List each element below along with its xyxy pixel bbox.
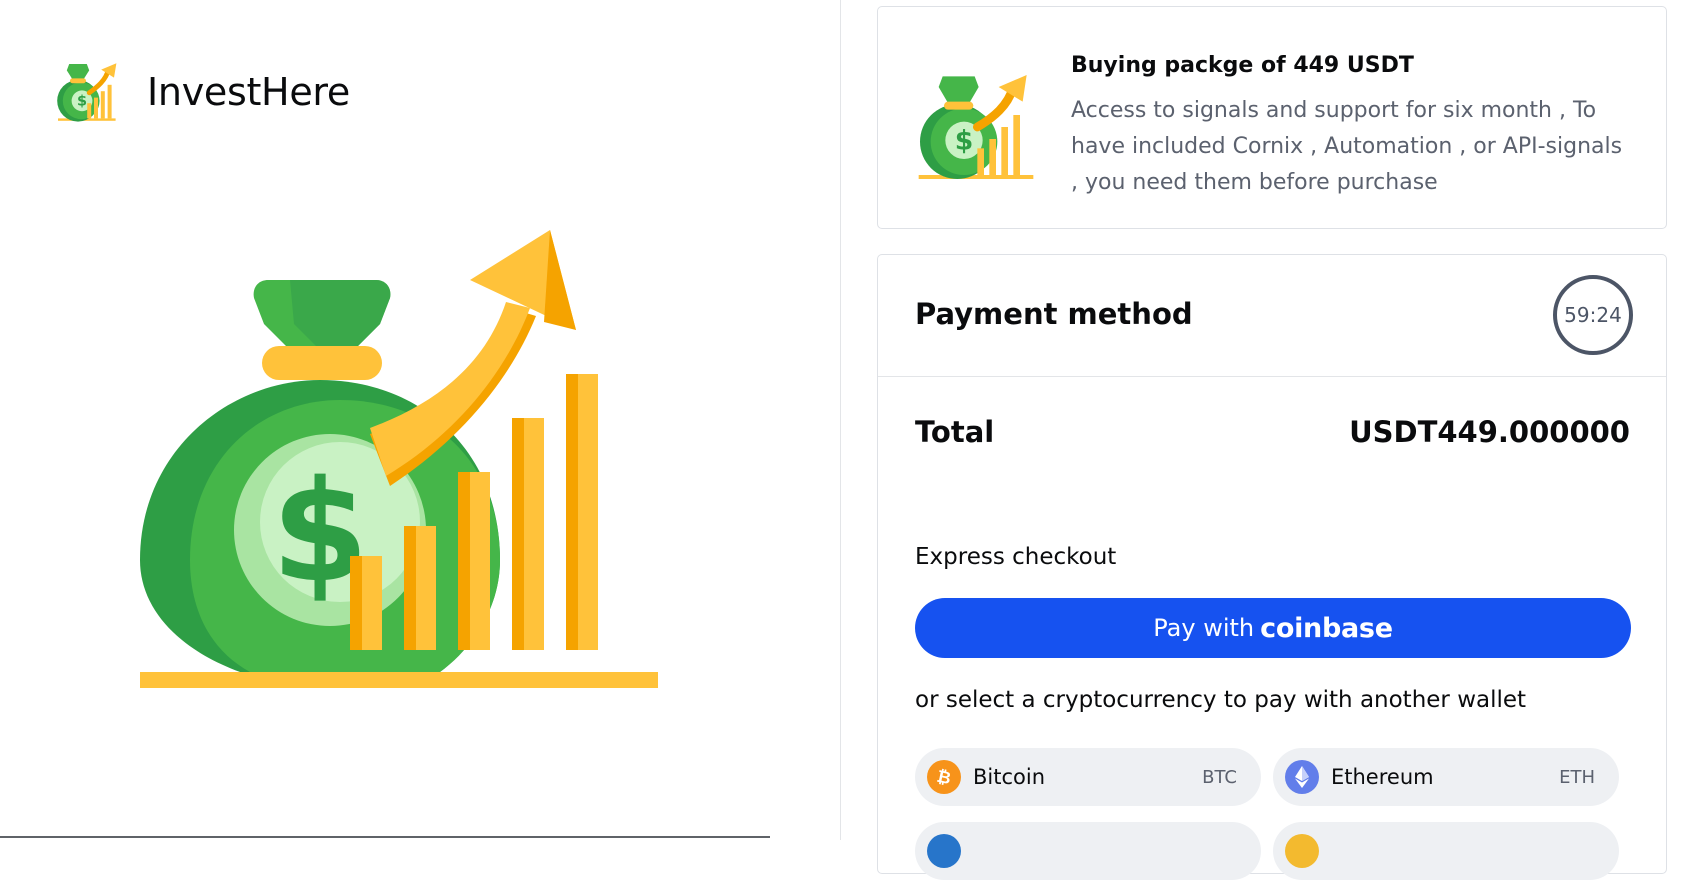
pay-with-label: Pay with xyxy=(1153,614,1255,642)
svg-text:₿: ₿ xyxy=(935,767,953,787)
pay-with-coinbase-button[interactable]: Pay with coinbase xyxy=(915,598,1631,658)
countdown-timer: 59:24 xyxy=(1553,275,1633,355)
product-card: $ Buying packge of 449 USDT Access to si… xyxy=(877,6,1667,229)
currency-option-partial[interactable] xyxy=(915,822,1261,880)
currency-name: Ethereum xyxy=(1331,765,1434,789)
svg-text:$: $ xyxy=(955,126,974,157)
payment-card: Payment method 59:24 Total USDT449.00000… xyxy=(877,254,1667,880)
window-bottom-edge xyxy=(0,836,770,838)
payment-header-divider xyxy=(878,376,1666,377)
currency-icon xyxy=(1285,834,1319,868)
brand-logo-icon: $ xyxy=(57,63,117,122)
alt-wallet-label: or select a cryptocurrency to pay with a… xyxy=(915,687,1527,713)
payment-method-title: Payment method xyxy=(915,297,1193,331)
svg-text:$: $ xyxy=(77,94,87,110)
coinbase-wordmark: coinbase xyxy=(1260,612,1393,644)
money-bag-growth-icon: $ xyxy=(140,230,658,688)
currency-code: ETH xyxy=(1559,766,1595,788)
currency-option-bitcoin[interactable]: ₿ Bitcoin BTC xyxy=(915,748,1261,806)
ethereum-icon xyxy=(1285,760,1319,794)
brand-panel: $ InvestHere $ xyxy=(0,0,840,840)
express-checkout-label: Express checkout xyxy=(915,544,1117,570)
currency-name: Bitcoin xyxy=(973,765,1046,789)
currency-option-ethereum[interactable]: Ethereum ETH xyxy=(1273,748,1619,806)
product-description: Access to signals and support for six mo… xyxy=(1071,98,1623,195)
product-title: Buying packge of 449 USDT xyxy=(1071,53,1414,78)
brand-header: $ InvestHere xyxy=(50,56,350,128)
brand-name: InvestHere xyxy=(147,70,350,114)
panel-divider xyxy=(840,0,841,840)
product-icon: $ xyxy=(918,75,1034,179)
total-value: USDT449.000000 xyxy=(1349,415,1630,449)
currency-option-partial[interactable] xyxy=(1273,822,1619,880)
total-label: Total xyxy=(915,415,995,449)
bitcoin-icon: ₿ xyxy=(927,760,961,794)
currency-code: BTC xyxy=(1202,766,1237,788)
currency-icon xyxy=(927,834,961,868)
